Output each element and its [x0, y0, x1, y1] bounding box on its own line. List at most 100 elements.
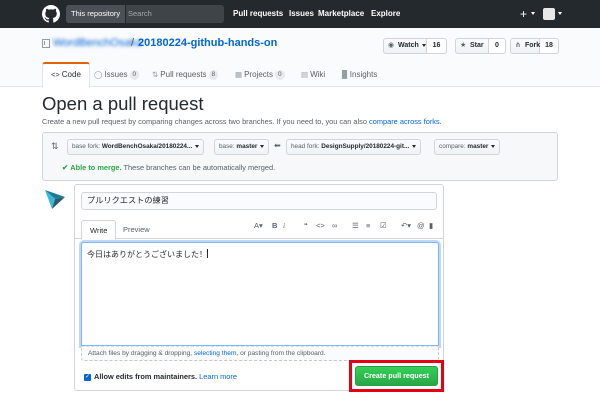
page-description: Create a new pull request by comparing c… [42, 117, 442, 126]
tab-projects-label: Projects [244, 70, 273, 79]
check-icon: ✔ [62, 163, 69, 172]
create-pull-request-button[interactable]: Create pull request [355, 366, 438, 386]
repo-path-separator: / [131, 37, 135, 49]
drag-text-end: , or pasting from the clipboard. [236, 350, 326, 357]
text-size-icon[interactable]: A▾ [254, 221, 263, 230]
tab-code[interactable]: <> Code [42, 62, 90, 88]
base-branch-select[interactable]: base: master [214, 139, 270, 155]
watch-caret-icon [421, 43, 426, 47]
head-fork-prefix: head fork: [291, 143, 322, 150]
tab-insights[interactable]: ▉ Insights [342, 62, 377, 87]
pr-title-input[interactable]: プルリクエストの練習 [81, 192, 437, 210]
text-cursor [207, 249, 208, 258]
create-new-caret-icon[interactable] [531, 12, 535, 15]
head-fork-caret-icon [412, 144, 417, 148]
tab-issues[interactable]: ◯ Issues 0 [94, 62, 140, 87]
fork-count[interactable]: 18 [540, 38, 559, 54]
base-fork-prefix: base fork: [72, 143, 102, 150]
base-branch-prefix: base: [219, 143, 237, 150]
comment-text: 今日はありがとうございました！ [87, 250, 207, 259]
tab-wiki[interactable]: ▤ Wiki [301, 62, 325, 87]
watch-label: Watch [398, 42, 419, 49]
reply-icon[interactable]: ↶▾ [401, 221, 411, 230]
code-icon: <> [51, 70, 60, 79]
github-logo-icon[interactable] [42, 5, 60, 23]
project-icon: ▦ [235, 70, 243, 79]
nav-marketplace[interactable]: Marketplace [318, 0, 364, 28]
task-list-icon[interactable]: ☑ [380, 221, 387, 230]
compare-branch-prefix: compare: [439, 143, 468, 150]
base-branch-caret-icon [260, 144, 265, 148]
repo-forked-icon [42, 39, 50, 48]
nav-pull-requests[interactable]: Pull requests [233, 0, 283, 28]
user-menu-caret-icon[interactable] [558, 12, 562, 15]
repo-name-link[interactable]: 20180224-github-hands-on [138, 37, 277, 49]
watch-button[interactable]: ◉ Watch [383, 38, 427, 54]
star-icon: ★ [460, 42, 467, 49]
pull-requests-counter: 8 [208, 70, 219, 80]
tab-preview[interactable]: Preview [115, 220, 158, 240]
list-ordered-icon[interactable]: ≡ [366, 221, 370, 230]
star-count[interactable]: 0 [489, 38, 506, 54]
compare-branch-value: master [467, 143, 489, 150]
merge-status-label: Able to merge. [70, 163, 122, 172]
graph-icon: ▉ [342, 70, 348, 79]
fork-button[interactable]: ⋔ Fork [510, 38, 540, 54]
compare-branch-caret-icon [491, 144, 496, 148]
comment-textarea[interactable]: 今日はありがとうございました！ [81, 242, 439, 346]
range-editor: ⇅ base fork: WordBenchOsaka/20180224... … [42, 132, 558, 181]
select-files-link[interactable]: selecting them [194, 350, 237, 357]
tab-write[interactable]: Write [81, 220, 117, 240]
tab-wiki-label: Wiki [310, 70, 326, 79]
base-fork-select[interactable]: base fork: WordBenchOsaka/20180224... [67, 139, 205, 155]
search-scope-label: This repository [66, 5, 127, 23]
tab-code-label: Code [61, 70, 81, 79]
search-input[interactable]: Search [128, 5, 152, 23]
author-avatar[interactable] [44, 188, 66, 210]
bookmark-icon[interactable]: ▮ [429, 221, 433, 230]
star-label: Star [470, 42, 484, 49]
allow-edits-text: Allow edits from maintainers. [94, 372, 198, 381]
git-compare-icon: ⇅ [51, 141, 59, 151]
compare-across-forks-link[interactable]: compare across forks. [369, 117, 442, 126]
base-fork-value: WordBenchOsaka/20180224... [101, 143, 193, 150]
book-icon: ▤ [301, 70, 309, 79]
star-button[interactable]: ★ Star [455, 38, 489, 54]
code-icon[interactable]: <> [316, 221, 325, 230]
base-branch-value: master [236, 143, 258, 150]
allow-edits-label: Allow edits from maintainers. Learn more [94, 372, 237, 381]
compare-branch-select[interactable]: compare: master [434, 139, 501, 155]
drag-text: Attach files by dragging & dropping, [88, 350, 194, 357]
global-header: This repository Search Pull requests Iss… [0, 0, 600, 28]
head-fork-select[interactable]: head fork: DesignSupply/20180224-git... [286, 139, 422, 155]
mention-icon[interactable]: @ [417, 221, 425, 230]
issues-counter: 0 [129, 70, 140, 80]
tab-pull-requests[interactable]: ⇅ Pull requests 8 [152, 62, 219, 87]
repo-header: WordBenchOsaka / 20180224-github-hands-o… [0, 28, 600, 88]
italic-icon[interactable]: i [283, 221, 285, 230]
base-fork-caret-icon [195, 144, 200, 148]
arrow-left-icon: ⬅ [274, 141, 281, 150]
fork-icon: ⋔ [515, 42, 521, 49]
search-box[interactable]: This repository Search [66, 5, 224, 23]
list-unordered-icon[interactable]: ☰ [352, 221, 359, 230]
allow-edits-checkbox[interactable]: ✓ [84, 374, 91, 381]
issue-icon: ◯ [94, 70, 103, 79]
nav-issues[interactable]: Issues [289, 0, 314, 28]
eye-icon: ◉ [388, 42, 395, 49]
tab-projects[interactable]: ▦ Projects 0 [235, 62, 285, 87]
user-avatar[interactable] [543, 8, 555, 20]
link-icon[interactable]: ∞ [332, 221, 337, 230]
tab-pull-requests-label: Pull requests [160, 70, 207, 79]
head-fork-value: DesignSupply/20180224-git... [321, 143, 410, 150]
file-attach-bar[interactable]: Attach files by dragging & dropping, sel… [81, 346, 439, 361]
create-new-plus-icon[interactable]: + [520, 0, 527, 28]
watch-count[interactable]: 16 [427, 38, 447, 54]
learn-more-link[interactable]: Learn more [199, 372, 237, 381]
repo-owner-link[interactable]: WordBenchOsaka [53, 37, 142, 49]
page-title: Open a pull request [42, 93, 204, 114]
quote-icon[interactable]: “ [304, 221, 308, 230]
pull-request-icon: ⇅ [152, 70, 159, 79]
nav-explore[interactable]: Explore [371, 0, 400, 28]
bold-icon[interactable]: B [272, 221, 277, 230]
